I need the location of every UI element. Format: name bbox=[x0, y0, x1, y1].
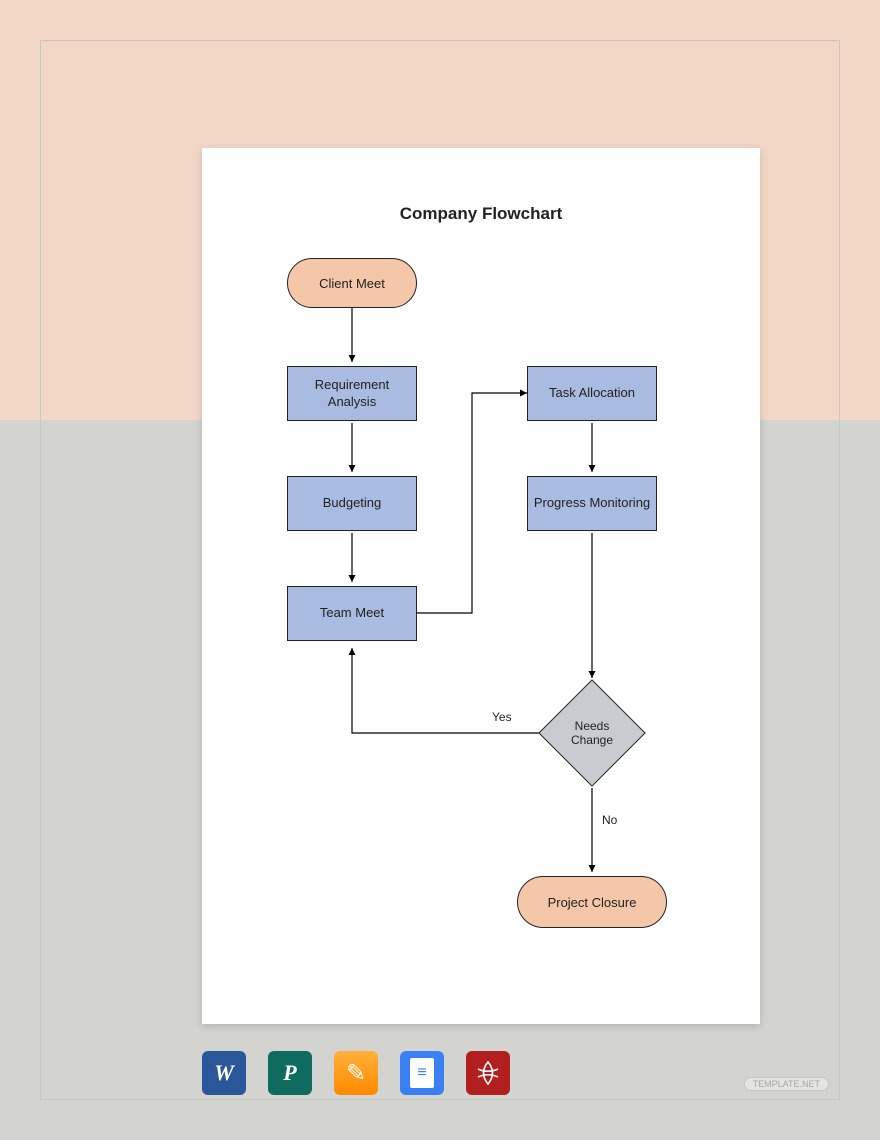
node-end: Project Closure bbox=[517, 876, 667, 928]
node-task-allocation: Task Allocation bbox=[527, 366, 657, 421]
gdocs-icon: ≡ bbox=[400, 1051, 444, 1095]
pdf-glyph-svg bbox=[474, 1059, 502, 1087]
document-page: Company Flowchart bbox=[202, 148, 760, 1024]
publisher-icon: P bbox=[268, 1051, 312, 1095]
node-task-allocation-label: Task Allocation bbox=[549, 385, 635, 401]
node-budgeting-label: Budgeting bbox=[323, 495, 382, 511]
word-icon: W bbox=[202, 1051, 246, 1095]
node-team-meet: Team Meet bbox=[287, 586, 417, 641]
pages-glyph: ✎ bbox=[346, 1059, 366, 1088]
node-progress-monitoring-label: Progress Monitoring bbox=[534, 495, 650, 511]
edge-label-yes: Yes bbox=[492, 710, 512, 724]
node-budgeting: Budgeting bbox=[287, 476, 417, 531]
node-start-label: Client Meet bbox=[319, 276, 385, 291]
node-decision-label: Needs Change bbox=[554, 695, 630, 771]
node-requirement-analysis: Requirement Analysis bbox=[287, 366, 417, 421]
node-requirement-label: Requirement Analysis bbox=[292, 377, 412, 410]
flowchart-title: Company Flowchart bbox=[202, 204, 760, 224]
gdocs-glyph: ≡ bbox=[417, 1064, 426, 1082]
pages-icon: ✎ bbox=[334, 1051, 378, 1095]
node-progress-monitoring: Progress Monitoring bbox=[527, 476, 657, 531]
watermark: TEMPLATE.NET bbox=[744, 1077, 829, 1091]
node-start: Client Meet bbox=[287, 258, 417, 308]
edge-label-no: No bbox=[602, 813, 617, 827]
word-glyph: W bbox=[214, 1060, 234, 1086]
node-decision: Needs Change bbox=[554, 695, 630, 771]
node-team-meet-label: Team Meet bbox=[320, 605, 384, 621]
outer-frame: Company Flowchart bbox=[40, 40, 840, 1100]
connectors bbox=[202, 148, 760, 1024]
app-icons-row: W P ✎ ≡ bbox=[202, 1051, 510, 1095]
publisher-glyph: P bbox=[283, 1060, 296, 1086]
pdf-icon bbox=[466, 1051, 510, 1095]
node-end-label: Project Closure bbox=[548, 895, 637, 910]
